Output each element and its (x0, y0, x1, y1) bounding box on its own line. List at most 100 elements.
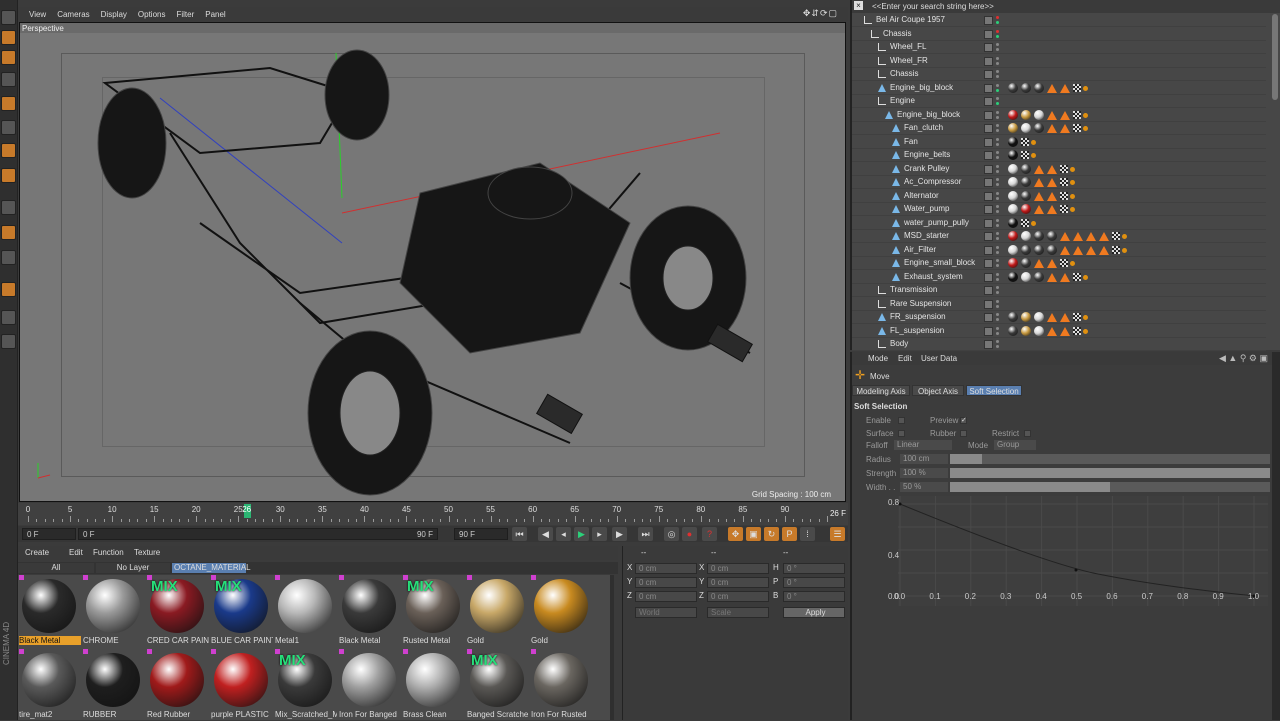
material-tag-icon[interactable] (1021, 325, 1031, 336)
edges-icon[interactable] (1, 120, 16, 135)
apply-button[interactable]: Apply (783, 607, 845, 618)
material-tag-icon[interactable] (1008, 312, 1018, 322)
layer-checkbox[interactable] (984, 83, 993, 93)
render-visibility-dot[interactable] (996, 115, 999, 119)
viewport-nav-icons[interactable]: ✥⇵⟳▢ (803, 8, 838, 19)
tab-modeling-axis[interactable]: Modeling Axis (852, 385, 910, 396)
octane-tag-icon[interactable] (1122, 247, 1127, 253)
model-icon[interactable] (1, 72, 16, 87)
phong-tag-icon[interactable] (1047, 313, 1057, 322)
object-row[interactable]: Wheel_FL (852, 41, 1266, 54)
editor-visibility-dot[interactable] (996, 191, 999, 195)
enable-checkbox[interactable] (898, 417, 905, 424)
render-visibility-dot[interactable] (996, 61, 999, 65)
preview-checkbox[interactable]: ✓ (960, 417, 967, 424)
editor-visibility-dot[interactable] (996, 245, 999, 249)
checker-icon[interactable] (1, 30, 16, 45)
menu-texture[interactable]: Texture (134, 548, 160, 557)
render-visibility-dot[interactable] (996, 156, 999, 159)
render-visibility-dot[interactable] (996, 48, 999, 51)
render-visibility-dot[interactable] (996, 264, 999, 267)
object-row[interactable]: Bel Air Coupe 1957 (852, 14, 1266, 27)
menu-options[interactable]: Options (138, 10, 166, 19)
render-visibility-dot[interactable] (996, 183, 999, 186)
object-row[interactable]: Air_Filter (852, 244, 1266, 257)
snap-icon[interactable] (1, 250, 16, 265)
layer-checkbox[interactable] (984, 340, 993, 349)
viewport[interactable]: Perspective Grid Spacing: 100 cm (19, 22, 846, 502)
coord-mode-select[interactable]: World (635, 607, 697, 618)
material-swatch[interactable]: Iron For Rusted (530, 649, 592, 721)
menu-edit[interactable]: Edit (69, 548, 83, 557)
render-visibility-dot[interactable] (996, 223, 999, 227)
material-swatch[interactable]: Gold (466, 575, 528, 647)
editor-visibility-dot[interactable] (996, 313, 999, 316)
editor-visibility-dot[interactable] (996, 259, 999, 262)
editor-visibility-dot[interactable] (996, 56, 999, 60)
layer-checkbox[interactable] (984, 232, 993, 241)
phong-tag-icon[interactable] (1047, 124, 1057, 133)
rotation-field[interactable]: 0 ° (783, 563, 845, 574)
coord-scale-select[interactable]: Scale (707, 607, 769, 618)
object-row[interactable]: Engine_small_block (852, 257, 1266, 270)
timeline-ruler[interactable]: 0 5 10 15 20 25 26 30 35 40 45 50 55 60 65 70 75 80 85 90 2… (18, 503, 848, 525)
editor-visibility-dot[interactable] (996, 272, 999, 276)
editor-visibility-dot[interactable] (996, 178, 999, 181)
material-tag-icon[interactable] (1021, 123, 1031, 133)
render-visibility-dot[interactable] (996, 277, 999, 281)
material-tag-icon[interactable] (1008, 325, 1018, 336)
render-visibility-dot[interactable] (996, 291, 999, 294)
falloff-select[interactable]: Linear (894, 440, 952, 450)
layer-checkbox[interactable] (984, 29, 993, 39)
pla-key-icon[interactable]: ⁞ (800, 527, 815, 541)
material-swatch[interactable]: Metal1 (274, 575, 336, 647)
render-visibility-dot[interactable] (996, 250, 999, 254)
object-search-input[interactable]: <<Enter your search string here>> (872, 2, 994, 11)
menu-panel[interactable]: Panel (205, 10, 225, 19)
material-tag-icon[interactable] (1008, 136, 1018, 147)
material-tag-icon[interactable] (1034, 271, 1044, 282)
render-visibility-dot[interactable] (996, 88, 999, 92)
layer-checkbox[interactable] (984, 70, 993, 79)
editor-visibility-dot[interactable] (996, 286, 999, 289)
preview-range-field[interactable]: 0 F 90 F (78, 528, 438, 540)
object-row[interactable]: Fan (852, 136, 1266, 149)
texture-tag-icon[interactable] (1112, 245, 1120, 254)
phong-tag-icon[interactable] (1060, 232, 1070, 241)
tab-all[interactable]: All (18, 563, 94, 573)
prev-key-icon[interactable]: ◀ (538, 527, 553, 541)
material-tag-icon[interactable] (1047, 231, 1057, 241)
render-visibility-dot[interactable] (996, 210, 999, 213)
polys-icon[interactable] (1, 143, 16, 158)
material-tag-icon[interactable] (1021, 204, 1031, 214)
editor-visibility-dot[interactable] (996, 151, 999, 154)
phong-tag-icon[interactable] (1047, 164, 1057, 174)
tab-soft-selection[interactable]: Soft Selection (966, 385, 1022, 396)
object-row[interactable]: Exhaust_system (852, 271, 1266, 284)
octane-tag-icon[interactable] (1083, 274, 1088, 280)
material-tag-icon[interactable] (1008, 217, 1018, 228)
object-row[interactable]: Engine (852, 95, 1266, 108)
close-icon[interactable]: × (854, 1, 863, 10)
cube-icon[interactable] (1, 10, 16, 25)
material-tag-icon[interactable] (1021, 177, 1031, 187)
editor-visibility-dot[interactable] (996, 124, 999, 127)
texture-tag-icon[interactable] (1073, 83, 1081, 92)
material-tag-icon[interactable] (1021, 231, 1031, 241)
mode-select[interactable]: Group (994, 440, 1036, 450)
timeline-window-icon[interactable]: ☰ (830, 527, 845, 541)
phong-tag-icon[interactable] (1047, 272, 1057, 282)
material-tag-icon[interactable] (1034, 123, 1044, 133)
material-tag-icon[interactable] (1008, 271, 1018, 282)
octane-tag-icon[interactable] (1070, 180, 1075, 185)
object-row[interactable]: MSD_starter (852, 230, 1266, 243)
material-swatch[interactable]: CHROME (82, 575, 144, 647)
render-visibility-dot[interactable] (996, 169, 999, 173)
layer-checkbox[interactable] (984, 97, 993, 106)
help-icon[interactable]: ? (702, 527, 717, 541)
material-tag-icon[interactable] (1021, 109, 1031, 120)
octane-tag-icon[interactable] (1031, 220, 1036, 226)
prev-frame-icon[interactable]: ◂ (556, 527, 571, 541)
material-tag-icon[interactable] (1008, 231, 1018, 241)
texture-tag-icon[interactable] (1021, 218, 1029, 227)
